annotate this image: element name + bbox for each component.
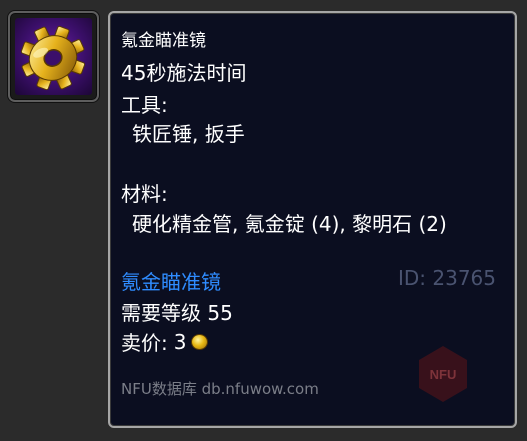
tools-value: 铁匠锤, 扳手 xyxy=(132,122,245,146)
recipe-title: 氪金瞄准镜 xyxy=(121,31,206,51)
required-level: 需要等级 55 xyxy=(121,301,233,325)
sell-price-label: 卖价: xyxy=(121,331,168,355)
materials-value: 硬化精金管, 氪金锭 (4), 黎明石 (2) xyxy=(132,212,447,236)
tools-label: 工具: xyxy=(121,93,168,117)
item-id: ID: 23765 xyxy=(397,266,496,290)
nfu-watermark-text: NFU xyxy=(430,367,457,382)
footer-source: NFU数据库 db.nfuwow.com xyxy=(121,380,319,398)
item-link[interactable]: 氪金瞄准镜 xyxy=(121,266,221,295)
item-tooltip: 氪金瞄准镜 45秒施法时间 工具: 铁匠锤, 扳手 材料: 硬化精金管, 氪金锭… xyxy=(108,11,517,428)
nfu-watermark-icon: NFU xyxy=(419,346,467,402)
sell-price-value: 3 xyxy=(173,329,187,354)
gear-icon xyxy=(15,18,92,95)
sell-price: 卖价: 3 xyxy=(121,327,208,356)
materials-label: 材料: xyxy=(121,182,168,206)
cast-time: 45秒施法时间 xyxy=(121,61,247,85)
gold-coin-icon xyxy=(192,334,208,349)
item-icon-frame[interactable] xyxy=(8,11,99,102)
